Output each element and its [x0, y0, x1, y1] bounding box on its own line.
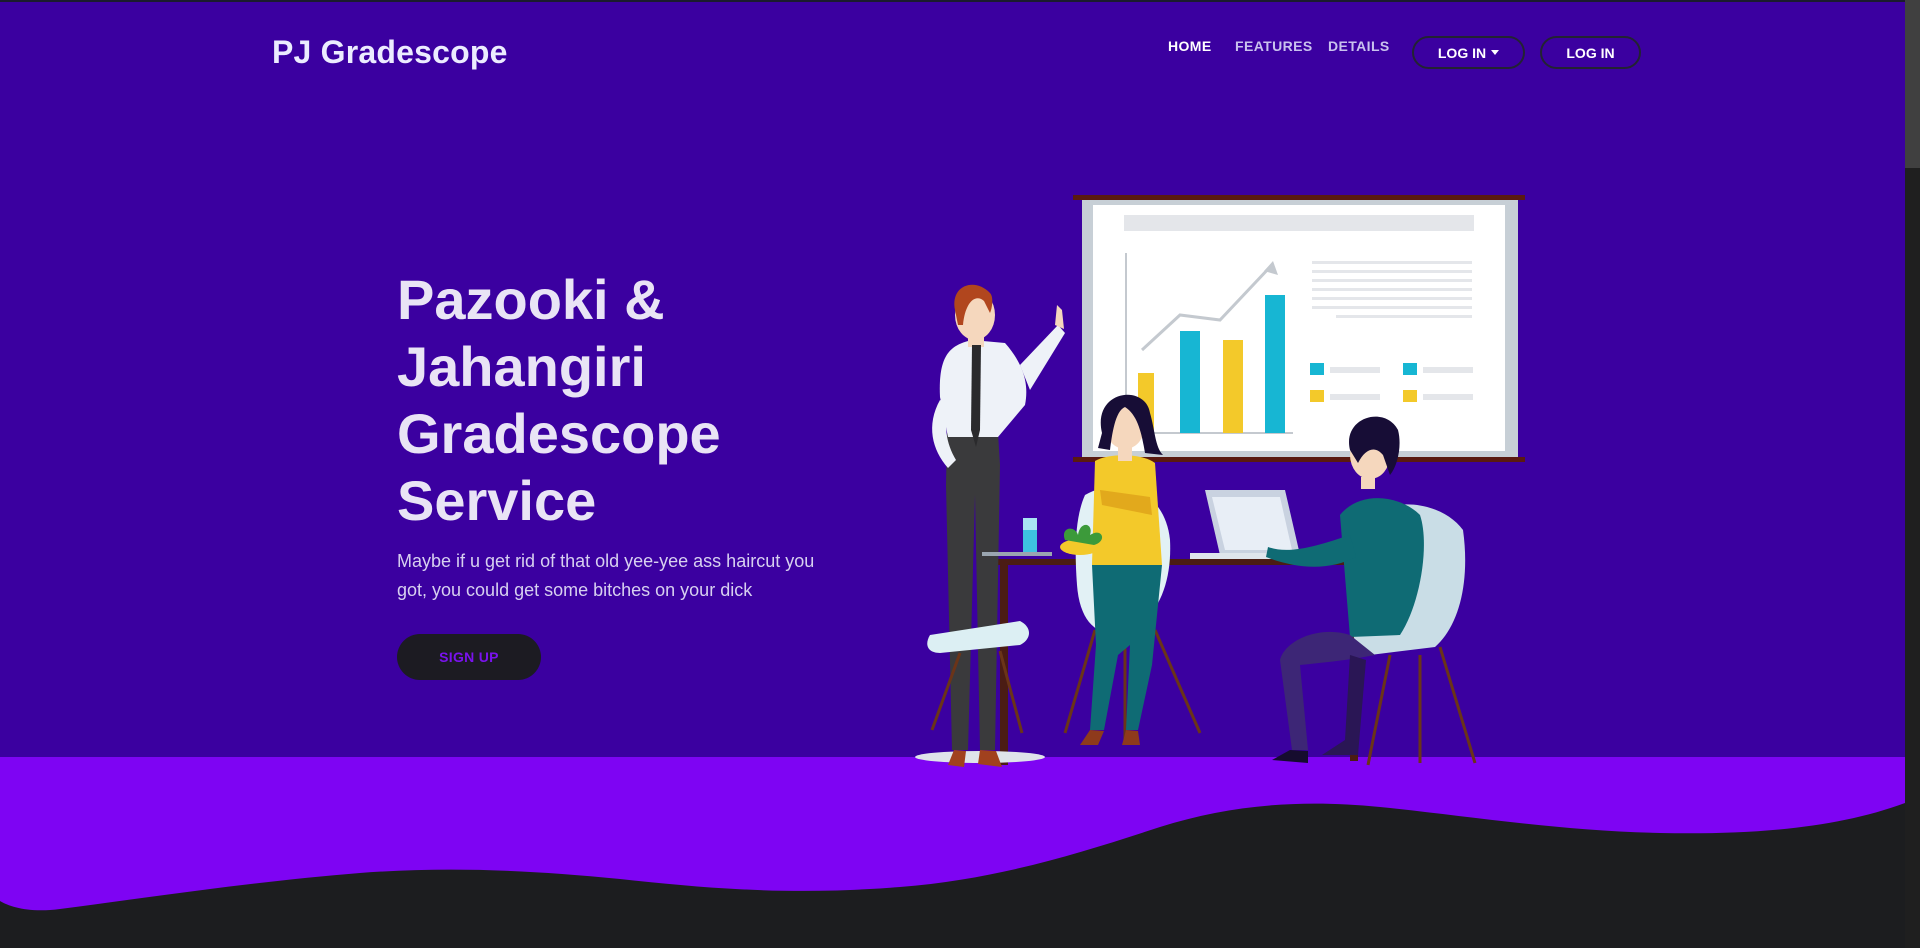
seated-man-figure-icon [1266, 416, 1424, 763]
signup-button[interactable]: SIGN UP [397, 634, 541, 680]
navbar: PJ Gradescope HOME FEATURES DETAILS LOG … [0, 0, 1905, 110]
nav-link-features[interactable]: FEATURES [1235, 38, 1313, 54]
nav-link-details[interactable]: DETAILS [1328, 38, 1390, 54]
scrollbar-thumb[interactable] [1905, 0, 1920, 168]
login-label: LOG IN [1566, 44, 1615, 61]
wave-divider [0, 757, 1905, 948]
login-dropdown-button[interactable]: LOG IN [1412, 36, 1525, 69]
brand-logo[interactable]: PJ Gradescope [272, 34, 508, 71]
hero-subtitle: Maybe if u get rid of that old yee-yee a… [397, 551, 815, 600]
laptop-icon [1190, 490, 1305, 559]
nav-link-home[interactable]: HOME [1168, 38, 1212, 54]
login-dropdown-label: LOG IN [1437, 44, 1487, 61]
login-button[interactable]: LOG IN [1540, 36, 1641, 69]
caret-down-icon [1491, 50, 1500, 55]
page-scrollbar[interactable] [1905, 0, 1920, 948]
chair-icon [927, 621, 1029, 734]
office-meeting-illustration [915, 195, 1525, 767]
presenter-figure-icon [915, 284, 1065, 767]
hero-title: Pazooki & Jahangiri Gradescope Service [397, 268, 721, 532]
